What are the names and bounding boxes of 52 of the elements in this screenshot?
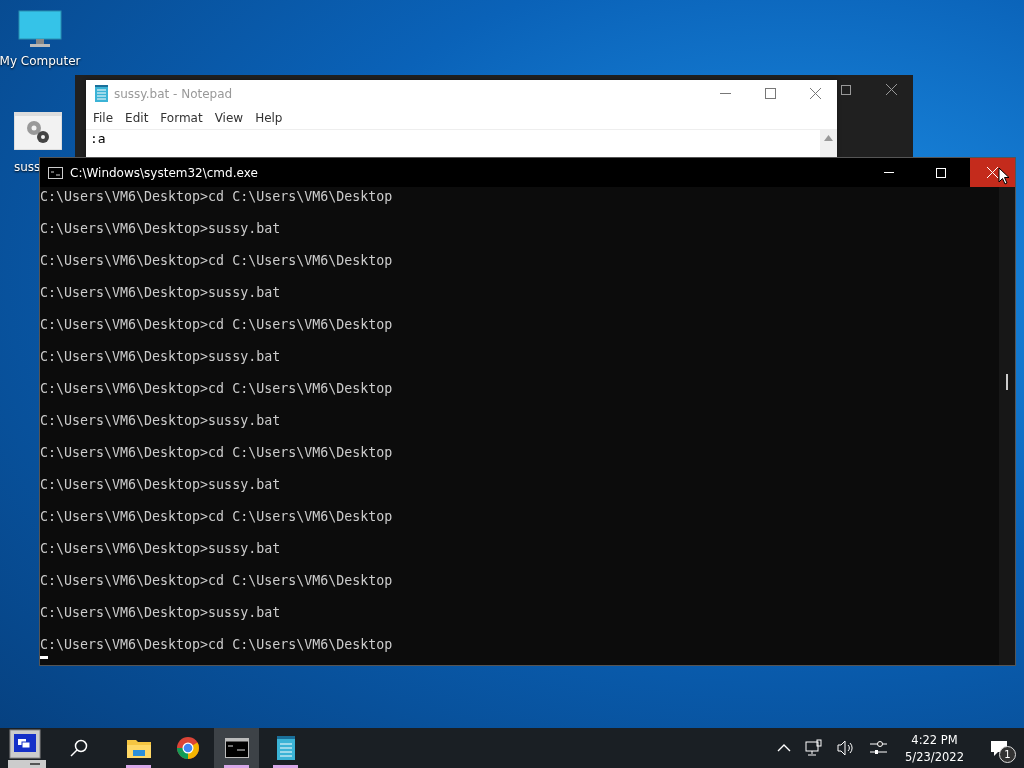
notepad-icon — [276, 736, 295, 760]
close-icon — [987, 167, 998, 178]
desktop-icon-label[interactable]: My Computer — [0, 54, 81, 68]
console-line: C:\Users\VM6\Desktop>sussy.bat — [40, 221, 282, 237]
scrollbar-thumb[interactable] — [1006, 374, 1008, 390]
computer-icon[interactable] — [8, 728, 46, 768]
search-icon[interactable] — [70, 739, 88, 757]
window-title: sussy.bat - Notepad — [114, 86, 233, 101]
notepad-icon — [95, 85, 108, 102]
console-line: C:\Users\VM6\Desktop>cd C:\Users\VM6\Desktop — [40, 317, 394, 333]
console-line: C:\Users\VM6\Desktop>sussy.bat — [40, 541, 282, 557]
console-line: C:\Users\VM6\Desktop>sussy.bat — [40, 605, 282, 621]
monitor-icon[interactable] — [18, 10, 62, 50]
gear-file-icon[interactable] — [14, 112, 62, 150]
window-title: C:\Windows\system32\cmd.exe — [70, 165, 258, 180]
menu-item[interactable]: File — [93, 111, 114, 125]
text-cursor — [40, 656, 48, 659]
menu-item[interactable]: Format — [160, 111, 203, 125]
console-line: C:\Users\VM6\Desktop>sussy.bat — [40, 349, 282, 365]
maximize-icon[interactable] — [841, 84, 851, 95]
console-line: C:\Users\VM6\Desktop>sussy.bat — [40, 413, 282, 429]
notification-count: 1 — [999, 746, 1016, 763]
folder-icon — [125, 737, 152, 759]
sliders-icon[interactable] — [869, 740, 888, 756]
volume-icon[interactable] — [837, 740, 856, 756]
console-icon — [48, 166, 63, 179]
text-line: :a — [90, 130, 107, 148]
console-line: C:\Users\VM6\Desktop>cd C:\Users\VM6\Desktop — [40, 573, 394, 589]
console-line: C:\Users\VM6\Desktop>sussy.bat — [40, 285, 282, 301]
chevron-up-icon[interactable] — [777, 744, 792, 752]
mouse-cursor-icon — [998, 167, 1010, 185]
browser-icon — [175, 736, 200, 760]
close-icon[interactable] — [810, 88, 821, 99]
close-button[interactable] — [970, 158, 1015, 187]
console-line: C:\Users\VM6\Desktop>cd C:\Users\VM6\Desktop — [40, 509, 394, 525]
taskbar-button[interactable] — [214, 728, 259, 768]
console-icon — [224, 738, 249, 758]
console-line: C:\Users\VM6\Desktop>cd C:\Users\VM6\Desktop — [40, 637, 394, 653]
menu-item[interactable]: View — [214, 111, 244, 125]
clock-time[interactable]: 4:22 PM — [911, 732, 958, 747]
clock-date[interactable]: 5/23/2022 — [905, 749, 964, 764]
console-line: C:\Users\VM6\Desktop>cd C:\Users\VM6\Desktop — [40, 381, 394, 397]
console-line: C:\Users\VM6\Desktop>sussy.bat — [40, 477, 282, 493]
network-icon[interactable] — [805, 739, 824, 757]
minimize-icon[interactable] — [883, 171, 894, 174]
console-line: C:\Users\VM6\Desktop>cd C:\Users\VM6\Desktop — [40, 189, 394, 205]
menu-item[interactable]: Help — [255, 111, 283, 125]
desktop-icon-label[interactable]: suss — [14, 160, 41, 174]
menu-item[interactable]: Edit — [125, 111, 149, 125]
console-line: C:\Users\VM6\Desktop>cd C:\Users\VM6\Desktop — [40, 253, 394, 269]
close-icon[interactable] — [886, 84, 897, 95]
console-line: C:\Users\VM6\Desktop>cd C:\Users\VM6\Desktop — [40, 445, 394, 461]
